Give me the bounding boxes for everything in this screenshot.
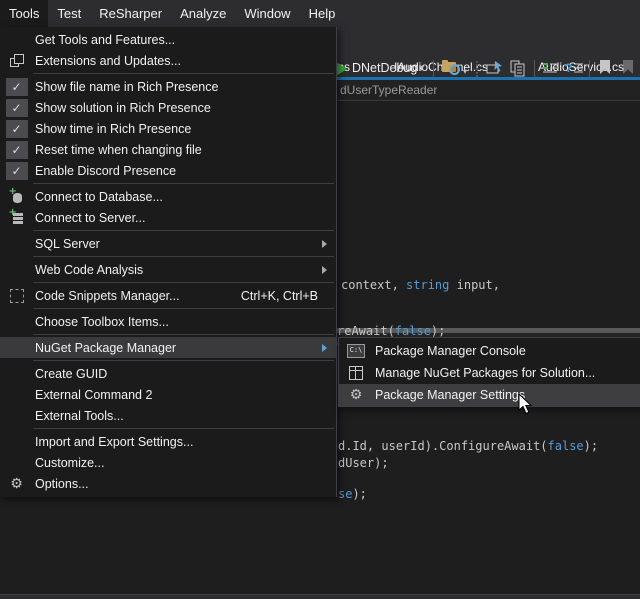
checkmark-icon: ✓ — [6, 78, 28, 96]
comment-help-button[interactable]: ? — [565, 61, 584, 75]
menu-item-nuget-package-manager[interactable]: NuGet Package Manager — [0, 337, 336, 358]
menu-item-choose-toolbox-items[interactable]: Choose Toolbox Items... — [0, 311, 336, 332]
menu-item-reset-time[interactable]: ✓ Reset time when changing file — [0, 139, 336, 160]
next-bookmark-icon — [621, 59, 635, 76]
bookmark-icon — [598, 59, 612, 76]
menubar-item-analyze[interactable]: Analyze — [171, 0, 235, 27]
gear-icon: ⚙ — [350, 388, 363, 402]
menu-item-enable-discord-presence[interactable]: ✓ Enable Discord Presence — [0, 160, 336, 181]
chevron-down-icon: ▾ — [419, 63, 424, 74]
bottom-panel-edge — [0, 594, 640, 599]
debug-target-dropdown[interactable]: DNetDebug — [352, 61, 417, 75]
code-line: dUser); — [338, 456, 389, 470]
breadcrumb[interactable]: dUserTypeReader — [340, 83, 437, 97]
navigate-to-button[interactable] — [486, 60, 504, 76]
mouse-cursor — [518, 394, 534, 421]
menu-item-web-code-analysis[interactable]: Web Code Analysis — [0, 259, 336, 280]
checkmark-icon: ✓ — [6, 141, 28, 159]
submenu-arrow-icon — [322, 240, 327, 248]
menu-item-create-guid[interactable]: Create GUID — [0, 363, 336, 384]
extensions-icon — [10, 54, 23, 67]
submenu-arrow-icon — [322, 344, 327, 352]
snippets-icon — [10, 289, 24, 303]
code-line: d.Id, userId).ConfigureAwait(false); — [338, 439, 598, 453]
menu-item-extensions-and-updates[interactable]: Extensions and Updates... — [0, 50, 336, 71]
checkmark-icon: ✓ — [6, 99, 28, 117]
debug-target-chevron[interactable]: ▾ — [419, 63, 424, 74]
menu-item-get-tools-and-features[interactable]: Get Tools and Features... — [0, 29, 336, 50]
menu-item-sql-server[interactable]: SQL Server — [0, 233, 336, 254]
menu-item-customize[interactable]: Customize... — [0, 452, 336, 473]
submenu-arrow-icon — [322, 266, 327, 274]
menu-item-show-solution[interactable]: ✓ Show solution in Rich Presence — [0, 97, 336, 118]
menu-item-show-file-name[interactable]: ✓ Show file name in Rich Presence — [0, 76, 336, 97]
bookmark-button[interactable] — [598, 59, 612, 76]
find-in-files-button[interactable] — [442, 60, 458, 73]
toolbar-separator — [589, 60, 590, 77]
find-in-files-icon — [442, 60, 458, 73]
run-button[interactable] — [336, 62, 347, 76]
menu-separator — [33, 428, 334, 429]
database-icon: + — [10, 190, 24, 204]
question-icon: ? — [565, 61, 572, 75]
menubar-item-resharper[interactable]: ReSharper — [90, 0, 171, 27]
menu-separator — [33, 308, 334, 309]
code-line: reAwait(false); — [337, 324, 445, 338]
checkmark-icon: ✓ — [6, 120, 28, 138]
menubar-item-help[interactable]: Help — [300, 0, 345, 27]
menu-item-import-export-settings[interactable]: Import and Export Settings... — [0, 431, 336, 452]
code-line: context, string input, — [341, 278, 500, 292]
menu-item-connect-to-server[interactable]: + Connect to Server... — [0, 207, 336, 228]
code-line: se); — [338, 487, 367, 501]
toolbar-grip[interactable] — [476, 61, 480, 77]
menu-item-external-command-2[interactable]: External Command 2 — [0, 384, 336, 405]
menubar-item-tools[interactable]: Tools — [0, 0, 48, 27]
indent-button[interactable] — [542, 62, 558, 76]
copy-lines-icon — [509, 60, 527, 77]
menu-separator — [33, 282, 334, 283]
menubar-item-test[interactable]: Test — [48, 0, 90, 27]
menu-separator — [33, 256, 334, 257]
checkmark-icon: ✓ — [6, 162, 28, 180]
play-icon — [336, 62, 347, 76]
menu-item-show-time[interactable]: ✓ Show time in Rich Presence — [0, 118, 336, 139]
find-options-chevron[interactable]: ▾ — [463, 67, 467, 76]
menu-item-external-tools[interactable]: External Tools... — [0, 405, 336, 426]
submenu-item-manage-nuget-packages[interactable]: Manage NuGet Packages for Solution... — [339, 362, 640, 384]
debug-target-label: DNetDebug — [352, 61, 417, 75]
submenu-item-package-manager-console[interactable]: C:\ Package Manager Console — [339, 340, 640, 362]
menu-item-connect-to-database[interactable]: + Connect to Database... — [0, 186, 336, 207]
submenu-item-package-manager-settings[interactable]: ⚙ Package Manager Settings — [339, 384, 640, 406]
menubar: Tools Test ReSharper Analyze Window Help — [0, 0, 640, 27]
indent-lines-icon — [542, 62, 558, 76]
toolbar-separator — [433, 60, 434, 77]
menu-separator — [33, 73, 334, 74]
menu-item-options[interactable]: ⚙ Options... — [0, 473, 336, 494]
menu-separator — [33, 360, 334, 361]
gear-icon: ⚙ — [10, 477, 23, 491]
lines-icon — [574, 62, 584, 74]
next-bookmark-button[interactable] — [621, 59, 635, 76]
shortcut-label: Ctrl+K, Ctrl+B — [241, 289, 336, 303]
menu-item-code-snippets-manager[interactable]: Code Snippets Manager... Ctrl+K, Ctrl+B — [0, 285, 336, 306]
menu-separator — [33, 334, 334, 335]
menu-separator — [33, 183, 334, 184]
console-icon: C:\ — [347, 344, 365, 358]
toolbar-separator — [534, 60, 535, 77]
nuget-submenu: C:\ Package Manager Console Manage NuGet… — [338, 337, 640, 407]
package-icon — [349, 366, 363, 380]
server-icon: + — [10, 211, 24, 225]
navigate-to-icon — [486, 60, 504, 76]
chevron-down-icon: ▾ — [463, 67, 467, 76]
tools-menu: Get Tools and Features... Extensions and… — [0, 27, 337, 497]
menubar-item-window[interactable]: Window — [235, 0, 299, 27]
menu-separator — [33, 230, 334, 231]
copy-lines-button[interactable] — [509, 60, 527, 77]
